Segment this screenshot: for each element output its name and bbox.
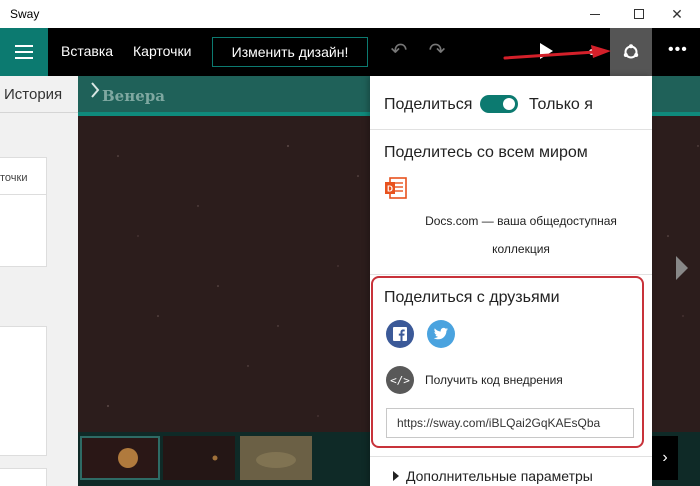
surface-thumbnail-image <box>240 436 312 480</box>
storyline-divider <box>0 112 78 113</box>
twitter-button[interactable] <box>427 320 455 348</box>
undo-button[interactable]: ↶ <box>388 40 410 62</box>
venus-small-thumbnail-image <box>212 455 218 461</box>
card-divider <box>0 194 47 195</box>
toggle-knob <box>503 98 515 110</box>
title-bar: Sway ✕ <box>0 0 700 28</box>
venus-thumbnail-image <box>118 448 138 468</box>
redo-icon: ↷ <box>428 40 446 62</box>
facebook-icon <box>393 327 407 341</box>
thumbnail[interactable] <box>240 436 312 480</box>
chevron-right-icon <box>91 82 100 98</box>
redo-button[interactable]: ↷ <box>426 40 448 62</box>
storyline-card[interactable] <box>0 468 47 486</box>
share-icon <box>623 44 639 59</box>
cards-tab[interactable]: Карточки <box>133 43 191 59</box>
insert-tab[interactable]: Вставка <box>61 43 113 59</box>
advanced-options-link[interactable]: Дополнительные параметры <box>406 468 593 484</box>
close-button[interactable]: ✕ <box>654 0 700 28</box>
share-toggle[interactable] <box>480 95 518 113</box>
change-design-button[interactable]: Изменить дизайн! <box>212 37 368 67</box>
toggle-label: Только я <box>529 96 593 113</box>
share-link-field[interactable]: https://sway.com/iBLQai2GqKAEsQba <box>386 408 634 438</box>
red-arrow-annotation <box>503 45 611 60</box>
section-divider <box>370 274 652 275</box>
thumbnail[interactable] <box>80 436 160 480</box>
docs-line: Docs.com — ваша общедоступная <box>425 214 617 228</box>
next-slide-arrow-icon[interactable] <box>676 256 688 280</box>
facebook-button[interactable] <box>386 320 414 348</box>
filmstrip-next-button[interactable]: › <box>652 436 678 480</box>
chevron-right-icon: › <box>662 449 668 466</box>
embed-icon[interactable]: </> <box>386 366 414 394</box>
share-friends-heading: Поделиться с друзьями <box>384 289 560 306</box>
storyline-card[interactable]: точки <box>0 157 47 267</box>
chevron-right-icon <box>393 471 399 481</box>
undo-icon: ↶ <box>390 40 408 62</box>
share-label: Поделиться <box>384 96 473 113</box>
minimize-button[interactable] <box>572 0 618 28</box>
history-label[interactable]: История <box>4 86 62 103</box>
minimize-icon <box>590 13 600 15</box>
thumbnail[interactable] <box>163 436 235 480</box>
share-flyout: Поделиться Только я Поделитесь со всем м… <box>370 76 652 486</box>
twitter-icon <box>433 327 448 340</box>
hamburger-icon <box>15 45 33 47</box>
card-text: точки <box>0 172 28 184</box>
embed-code-link[interactable]: Получить код внедрения <box>425 373 563 387</box>
section-divider <box>370 129 652 130</box>
svg-text:D: D <box>387 185 393 194</box>
hamburger-icon-line <box>15 57 33 59</box>
more-icon[interactable]: ••• <box>668 41 688 59</box>
sway-window: Sway ✕ Вставка Карточки Изменить дизайн!… <box>0 0 700 486</box>
section-divider <box>370 456 652 457</box>
maximize-icon <box>634 9 644 19</box>
hamburger-icon-line <box>15 51 33 53</box>
share-button[interactable] <box>610 28 652 76</box>
preview-title: Венера <box>102 87 165 105</box>
storyline-card[interactable] <box>0 326 47 456</box>
close-icon: ✕ <box>671 5 683 22</box>
docs-line: коллекция <box>492 242 550 256</box>
share-world-heading: Поделитесь со всем миром <box>384 144 588 161</box>
hamburger-menu-button[interactable] <box>0 28 48 76</box>
window-title: Sway <box>10 7 40 21</box>
docs-icon[interactable]: D <box>384 176 408 200</box>
docs-description[interactable]: Docs.com — ваша общедоступная коллекция <box>390 207 652 263</box>
